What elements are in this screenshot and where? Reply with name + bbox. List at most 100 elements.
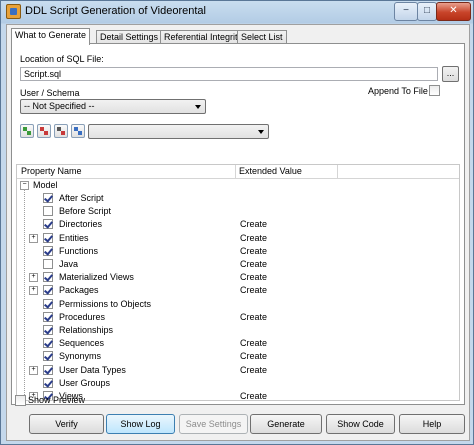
row-property-name: Materialized Views	[59, 272, 134, 283]
table-row[interactable]: Directories Create	[17, 218, 459, 231]
chevron-down-icon	[258, 130, 264, 134]
minimize-button[interactable]: −	[394, 2, 418, 21]
table-row[interactable]: + Materialized Views Create	[17, 271, 459, 284]
schema-select[interactable]: -- Not Specified --	[20, 99, 206, 114]
column-divider[interactable]	[337, 165, 338, 178]
sql-file-label: Location of SQL File:	[20, 54, 104, 64]
expand-icon[interactable]: +	[29, 233, 38, 243]
table-row[interactable]: Synonyms Create	[17, 350, 459, 363]
row-extended-value[interactable]: Create	[240, 246, 267, 256]
generate-button[interactable]: Generate	[250, 414, 322, 434]
maximize-button[interactable]: □	[417, 2, 437, 21]
row-property-name: User Data Types	[59, 364, 126, 375]
row-extended-value[interactable]: Create	[240, 338, 267, 348]
select-all-icon[interactable]	[20, 124, 34, 138]
column-header-property-name[interactable]: Property Name	[21, 166, 82, 176]
schema-label: User / Schema	[20, 88, 80, 98]
table-row[interactable]: Sequences Create	[17, 337, 459, 350]
expand-icon[interactable]: +	[29, 365, 38, 375]
table-row[interactable]: Procedures Create	[17, 311, 459, 324]
sql-file-input[interactable]: Script.sql	[20, 67, 438, 81]
show-log-button[interactable]: Show Log	[106, 414, 175, 434]
dialog-body: What to Generate Detail Settings Referen…	[6, 24, 470, 441]
show-preview-label: Show Preview	[28, 395, 86, 405]
show-code-button[interactable]: Show Code	[326, 414, 395, 434]
close-button[interactable]: ✕	[436, 2, 471, 21]
row-property-name: Entities	[59, 232, 89, 243]
row-checkbox[interactable]	[43, 259, 53, 269]
row-extended-value[interactable]: Create	[240, 285, 267, 295]
row-checkbox[interactable]	[43, 206, 53, 217]
tree-root-row[interactable]: − Model	[17, 179, 459, 192]
append-to-file-label: Append To File	[368, 86, 428, 96]
table-row[interactable]: After Script	[17, 192, 459, 205]
row-property-name: Java	[59, 259, 79, 269]
row-checkbox[interactable]	[43, 245, 53, 256]
app-icon	[6, 4, 21, 19]
tab-detail-settings[interactable]: Detail Settings	[96, 30, 163, 44]
table-row[interactable]: User Groups	[17, 377, 459, 390]
row-property-name: Synonyms	[59, 351, 102, 362]
row-checkbox[interactable]	[43, 364, 53, 375]
row-extended-value[interactable]: Create	[240, 312, 267, 322]
row-checkbox[interactable]	[43, 325, 53, 335]
row-property-name: Procedures	[59, 311, 106, 322]
row-checkbox[interactable]	[43, 272, 53, 283]
tree-root-label: Model	[33, 180, 58, 190]
filter-select[interactable]	[88, 124, 269, 139]
show-preview-checkbox[interactable]	[15, 395, 26, 406]
table-row[interactable]: + Packages Create	[17, 284, 459, 297]
schema-select-value: -- Not Specified --	[24, 101, 95, 111]
row-checkbox[interactable]	[43, 338, 53, 349]
row-extended-value[interactable]: Create	[240, 233, 267, 243]
button-bar: Verify Show Log Save Settings Generate S…	[7, 414, 469, 436]
row-checkbox[interactable]	[43, 377, 53, 388]
expand-icon[interactable]	[54, 124, 68, 138]
row-checkbox[interactable]	[43, 193, 53, 203]
row-property-name: Before Script	[59, 206, 112, 217]
row-checkbox[interactable]	[43, 219, 53, 230]
append-to-file-checkbox[interactable]	[429, 85, 440, 96]
save-settings-button[interactable]: Save Settings	[179, 414, 248, 434]
grid-header: Property Name Extended Value	[17, 165, 459, 179]
table-row[interactable]: Java Create	[17, 258, 459, 271]
row-checkbox[interactable]	[43, 232, 53, 243]
row-checkbox[interactable]	[43, 351, 53, 362]
dialog-window: DDL Script Generation of Videorental − □…	[0, 0, 474, 445]
table-row[interactable]: + Entities Create	[17, 232, 459, 245]
table-row[interactable]: + User Data Types Create	[17, 364, 459, 377]
what-to-generate-panel: Location of SQL File: Script.sql ... Use…	[11, 43, 465, 405]
row-checkbox[interactable]	[43, 311, 53, 322]
row-checkbox[interactable]	[43, 298, 53, 309]
browse-button[interactable]: ...	[442, 66, 459, 82]
tab-referential-integrity[interactable]: Referential Integrity	[160, 30, 247, 44]
window-title: DDL Script Generation of Videorental	[25, 5, 206, 17]
row-property-name: Relationships	[59, 325, 114, 335]
chevron-down-icon	[195, 105, 201, 109]
grid-toolbar	[20, 124, 290, 140]
expand-icon[interactable]: +	[29, 273, 38, 283]
tab-what-to-generate[interactable]: What to Generate	[11, 28, 91, 45]
expand-icon[interactable]: +	[29, 286, 38, 296]
row-extended-value[interactable]: Create	[240, 259, 267, 269]
title-bar[interactable]: DDL Script Generation of Videorental − □…	[1, 1, 473, 23]
options-icon[interactable]	[71, 124, 85, 138]
table-row[interactable]: Before Script	[17, 205, 459, 218]
table-row[interactable]: Relationships	[17, 324, 459, 337]
row-extended-value[interactable]: Create	[240, 219, 267, 229]
column-divider[interactable]	[235, 165, 236, 178]
row-property-name: User Groups	[59, 377, 111, 388]
row-extended-value[interactable]: Create	[240, 272, 267, 282]
row-extended-value[interactable]: Create	[240, 365, 267, 375]
row-extended-value[interactable]: Create	[240, 351, 267, 361]
deselect-all-icon[interactable]	[37, 124, 51, 138]
verify-button[interactable]: Verify	[29, 414, 104, 434]
column-header-extended-value[interactable]: Extended Value	[239, 166, 302, 176]
table-row[interactable]: Functions Create	[17, 245, 459, 258]
table-row[interactable]: Permissions to Objects	[17, 298, 459, 311]
help-button[interactable]: Help	[399, 414, 465, 434]
row-checkbox[interactable]	[43, 285, 53, 296]
tab-select-list[interactable]: Select List	[237, 30, 287, 44]
row-property-name: Packages	[59, 285, 99, 296]
row-extended-value[interactable]: Create	[240, 391, 267, 400]
